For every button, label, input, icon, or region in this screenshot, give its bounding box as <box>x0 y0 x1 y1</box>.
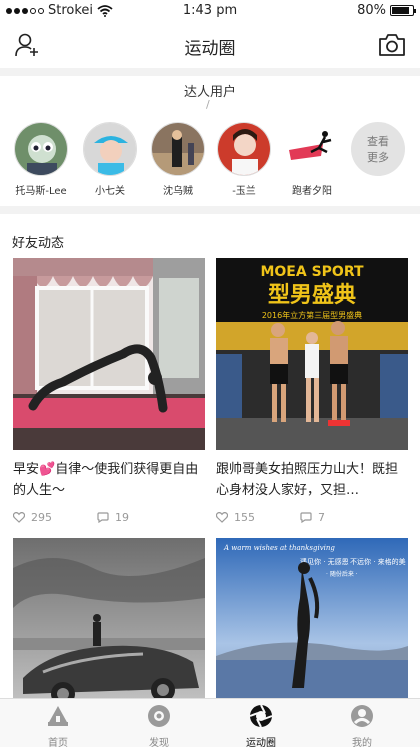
avatar <box>14 122 68 176</box>
like-count-group[interactable]: 155 <box>216 511 300 524</box>
tab-label: 我的 <box>352 738 372 747</box>
overlay-line-3: · 随份后来 · <box>326 570 358 578</box>
post-image[interactable] <box>13 538 205 698</box>
friends-feed: 好友动态 早安💕自律～使我们获得更自由的人生～ 295 19 MOEA SPOR… <box>0 214 420 698</box>
view-more-button[interactable]: 查看 更多 <box>350 122 406 176</box>
feed-card-4[interactable]: A warm wishes at thanksgiving 遇见你 · 无感恩 … <box>216 538 408 698</box>
sparkle-heart-icon: 💕 <box>39 462 56 477</box>
heart-icon <box>13 512 25 523</box>
expert-user-2[interactable]: 小七关 <box>82 122 138 197</box>
expert-users-heading: 达人用户 <box>183 85 236 100</box>
comment-count-group[interactable]: 7 <box>300 511 384 524</box>
tab-discover[interactable]: 发现 <box>129 704 189 747</box>
avatar <box>151 122 205 176</box>
expert-user-name: 跑者夕阳 <box>292 186 332 197</box>
post-image[interactable] <box>13 258 205 450</box>
feed-card-2[interactable]: MOEA SPORT 型男盛典 2016年立方第三届型男盛典 跟帅哥美女拍照压力… <box>216 258 408 524</box>
camera-icon[interactable] <box>378 32 406 58</box>
expert-user-name: 托马斯-Lee <box>15 186 67 197</box>
tab-home[interactable]: 首页 <box>28 704 88 747</box>
tab-moments[interactable]: 运动圈 <box>231 704 291 747</box>
profile-icon <box>351 705 373 727</box>
friends-heading: 好友动态 <box>12 236 65 251</box>
heading-divider: / <box>206 98 210 111</box>
comment-count-group[interactable]: 19 <box>97 511 181 524</box>
comment-icon <box>97 512 109 523</box>
battery-icon <box>390 5 416 16</box>
expert-user-3[interactable]: 沈乌贼 <box>150 122 206 197</box>
tab-bar: 首页 发现 运动圈 我的 <box>0 698 420 747</box>
poster-brand: MOEA SPORT <box>260 264 364 280</box>
overlay-script: A warm wishes at thanksgiving <box>223 544 335 552</box>
expert-users-section: 达人用户 / 托马斯-Lee 小七关 沈乌贼 -玉兰 跑者夕阳 查看 更多 <box>0 76 420 206</box>
tab-profile[interactable]: 我的 <box>332 704 392 747</box>
discover-icon <box>148 705 170 727</box>
post-caption: 跟帅哥美女拍照压力山大！既担心身材没人家好，又担… <box>216 462 399 498</box>
battery-group: 80% <box>357 3 416 18</box>
comment-icon <box>300 512 312 523</box>
view-more-circle: 查看 更多 <box>351 122 405 176</box>
feed-card-3[interactable] <box>13 538 205 698</box>
tab-label: 首页 <box>48 738 68 747</box>
comment-count: 7 <box>318 511 325 524</box>
like-count: 295 <box>31 511 52 524</box>
tab-label: 运动圈 <box>246 738 276 747</box>
status-bar: Strokei 1:43 pm 80% <box>0 0 420 22</box>
like-count-group[interactable]: 295 <box>13 511 97 524</box>
post-image[interactable]: A warm wishes at thanksgiving 遇见你 · 无感恩 … <box>216 538 408 698</box>
post-meta: 155 7 <box>216 511 408 524</box>
comment-count: 19 <box>115 511 129 524</box>
expert-avatar-row: 托马斯-Lee 小七关 沈乌贼 -玉兰 跑者夕阳 查看 更多 <box>0 122 420 202</box>
expert-user-4[interactable]: -玉兰 <box>216 122 272 197</box>
page-title: 运动圈 <box>184 39 236 59</box>
aperture-icon <box>249 704 273 728</box>
feed-card-1[interactable]: 早安💕自律～使我们获得更自由的人生～ 295 19 <box>13 258 205 524</box>
post-caption: 早安💕自律～使我们获得更自由的人生～ <box>13 462 199 498</box>
post-image[interactable]: MOEA SPORT 型男盛典 2016年立方第三届型男盛典 <box>216 258 408 450</box>
avatar <box>83 122 137 176</box>
view-more-label-2: 更多 <box>367 151 389 164</box>
poster-title: 型男盛典 <box>268 282 356 308</box>
home-icon <box>48 706 68 726</box>
heart-icon <box>216 512 228 523</box>
view-more-label-1: 查看 <box>367 135 389 148</box>
avatar <box>285 122 339 176</box>
post-meta: 295 19 <box>13 511 205 524</box>
expert-user-5[interactable]: 跑者夕阳 <box>284 122 340 197</box>
expert-user-1[interactable]: 托马斯-Lee <box>13 122 69 197</box>
poster-subtitle: 2016年立方第三届型男盛典 <box>262 310 362 320</box>
like-count: 155 <box>234 511 255 524</box>
overlay-line-2: 不远你 · 来格的美 <box>350 557 406 566</box>
avatar <box>217 122 271 176</box>
tab-label: 发现 <box>149 738 169 747</box>
battery-percent: 80% <box>357 3 386 18</box>
nav-bar: 运动圈 <box>0 22 420 68</box>
